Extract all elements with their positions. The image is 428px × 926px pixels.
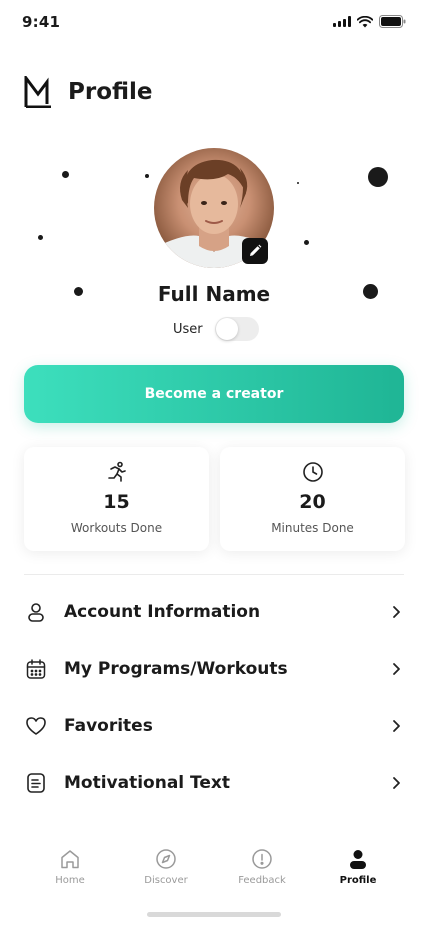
menu-item-favorites[interactable]: Favorites: [24, 706, 404, 746]
decorative-dot: [304, 240, 309, 245]
divider: [24, 574, 404, 575]
become-creator-button[interactable]: Become a creator: [24, 365, 404, 423]
tab-home[interactable]: Home: [30, 848, 110, 886]
alert-circle-icon: [252, 849, 272, 869]
role-toggle-row: User: [173, 317, 259, 341]
menu-item-motivational-text[interactable]: Motivational Text: [24, 763, 404, 803]
tab-label: Feedback: [238, 875, 286, 886]
pencil-icon: [250, 244, 262, 256]
brand-m-logo-icon: [24, 76, 51, 108]
decorative-dot: [368, 167, 388, 187]
stat-card-workouts: 15 Workouts Done: [24, 447, 209, 551]
stat-card-minutes: 20 Minutes Done: [220, 447, 405, 551]
menu-item-account-information[interactable]: Account Information: [24, 592, 404, 632]
decorative-dot: [38, 235, 43, 240]
menu-label: Account Information: [64, 602, 261, 622]
clock-icon: [302, 462, 323, 482]
role-toggle[interactable]: [214, 317, 259, 341]
battery-icon: [379, 15, 406, 28]
user-icon: [24, 600, 48, 624]
avatar-container: [154, 148, 274, 268]
calendar-icon: [24, 657, 48, 681]
status-bar: 9:41: [0, 0, 428, 44]
status-icons: [333, 15, 406, 28]
stat-label: Workouts Done: [70, 521, 163, 535]
wifi-icon: [357, 15, 373, 27]
tab-label: Profile: [339, 875, 377, 886]
person-icon: [350, 850, 366, 869]
edit-avatar-button[interactable]: [242, 238, 268, 264]
profile-name: Full Name: [157, 282, 271, 306]
menu-label: Motivational Text: [64, 773, 231, 793]
tab-profile[interactable]: Profile: [318, 848, 398, 886]
role-label: User: [173, 321, 203, 337]
decorative-dot: [297, 182, 299, 184]
menu-label: My Programs/Workouts: [64, 659, 288, 679]
menu-label: Favorites: [64, 716, 153, 736]
heart-icon: [24, 714, 48, 738]
page-header: Profile: [24, 76, 153, 108]
chevron-right-icon: [393, 663, 400, 675]
stat-value: 15: [103, 491, 130, 513]
cellular-signal-icon: [333, 16, 351, 27]
decorative-dot: [62, 171, 69, 178]
chevron-right-icon: [393, 606, 400, 618]
chevron-right-icon: [393, 720, 400, 732]
compass-icon: [156, 849, 176, 869]
toggle-knob: [215, 318, 238, 340]
home-indicator: [147, 912, 281, 917]
menu-item-programs-workouts[interactable]: My Programs/Workouts: [24, 649, 404, 689]
tab-discover[interactable]: Discover: [126, 848, 206, 886]
decorative-dot: [145, 174, 149, 178]
tab-feedback[interactable]: Feedback: [222, 848, 302, 886]
tab-label: Discover: [144, 875, 188, 886]
stat-label: Minutes Done: [271, 521, 354, 535]
status-time: 9:41: [22, 13, 61, 31]
page-title: Profile: [68, 79, 153, 105]
home-icon: [61, 850, 79, 869]
tab-label: Home: [55, 875, 85, 886]
document-icon: [24, 771, 48, 795]
stat-value: 20: [299, 491, 326, 513]
running-icon: [107, 461, 126, 482]
chevron-right-icon: [393, 777, 400, 789]
